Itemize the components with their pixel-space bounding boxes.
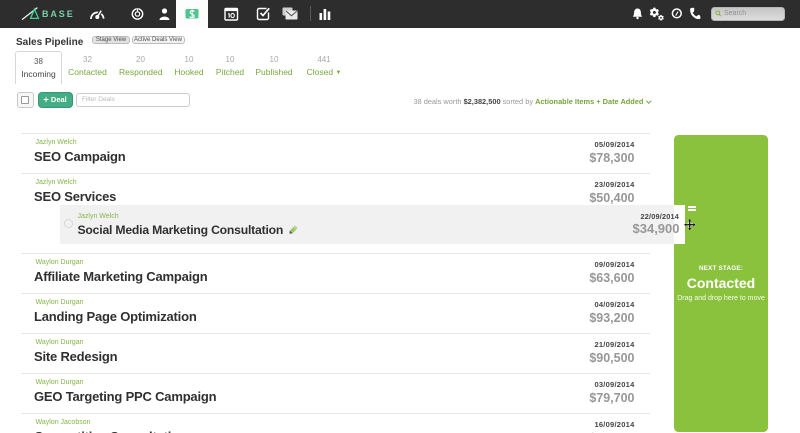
svg-text:BASE: BASE (42, 9, 75, 19)
